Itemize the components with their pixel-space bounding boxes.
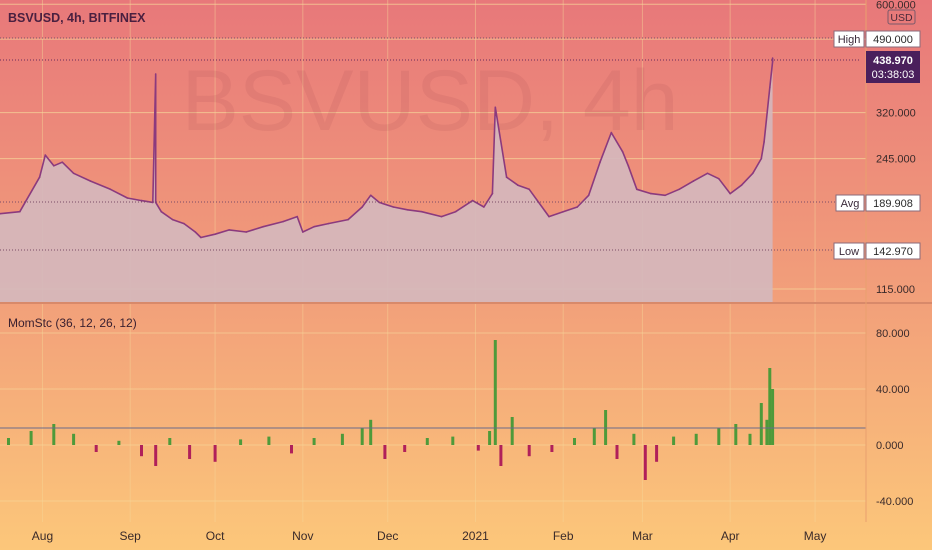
price-point bbox=[282, 220, 284, 223]
chart-canvas: BSVUSD, 4h 600.000490.000320.000245.0001… bbox=[0, 0, 932, 550]
momentum-tick-label: 40.000 bbox=[876, 384, 910, 396]
price-point bbox=[636, 188, 638, 191]
time-tick-label: Feb bbox=[553, 529, 574, 543]
time-tick-label: Sep bbox=[120, 529, 142, 543]
current-price-value: 438.970 bbox=[873, 55, 913, 67]
price-point bbox=[678, 188, 680, 191]
time-tick-label: Mar bbox=[632, 529, 653, 543]
price-point bbox=[126, 197, 129, 199]
price-point bbox=[245, 231, 247, 233]
momentum-tick-label: -40.000 bbox=[876, 496, 913, 508]
price-point bbox=[160, 210, 163, 213]
price-point bbox=[627, 165, 630, 167]
price-point bbox=[771, 60, 774, 63]
price-point bbox=[44, 154, 47, 156]
price-point bbox=[528, 188, 530, 191]
price-point bbox=[760, 157, 763, 160]
price-point bbox=[740, 184, 743, 186]
price-point bbox=[664, 194, 666, 197]
price-tick-label: 245.000 bbox=[876, 154, 916, 166]
indicator-label: MomStc (36, 12, 26, 12) bbox=[8, 316, 137, 330]
price-point bbox=[562, 210, 564, 213]
price-point bbox=[610, 131, 613, 134]
momentum-tick-label: 80.000 bbox=[876, 328, 910, 340]
price-point bbox=[440, 215, 443, 218]
price-point bbox=[171, 218, 174, 221]
time-tick-label: May bbox=[804, 529, 827, 543]
price-point bbox=[406, 209, 409, 211]
price-point bbox=[505, 176, 508, 178]
chart-root: BSVUSD, 4h 600.000490.000320.000245.0001… bbox=[0, 0, 932, 550]
price-point bbox=[194, 231, 197, 233]
price-point bbox=[228, 229, 230, 231]
price-point bbox=[140, 199, 143, 202]
high-marker: High 490.000 bbox=[833, 30, 921, 48]
price-point bbox=[706, 172, 709, 175]
currency-badge-label: USD bbox=[890, 12, 913, 24]
price-point bbox=[587, 194, 590, 197]
price-point bbox=[369, 194, 372, 197]
price-point bbox=[302, 231, 304, 233]
avg-tag: Avg bbox=[841, 198, 860, 210]
price-point bbox=[718, 177, 720, 180]
price-point bbox=[548, 215, 550, 218]
price-point bbox=[771, 57, 774, 59]
price-point bbox=[517, 184, 519, 186]
price-point bbox=[347, 218, 349, 221]
price-point bbox=[262, 225, 265, 228]
symbol-title: BSVUSD, 4h, BITFINEX bbox=[8, 11, 146, 25]
price-point bbox=[61, 161, 64, 163]
price-point bbox=[53, 165, 55, 167]
price-point bbox=[392, 206, 395, 208]
price-point bbox=[313, 225, 315, 228]
price-point bbox=[420, 210, 423, 213]
price-tick-label: 320.000 bbox=[876, 108, 916, 120]
chart-watermark: BSVUSD, 4h bbox=[181, 53, 678, 149]
low-value: 142.970 bbox=[873, 246, 913, 258]
price-point bbox=[200, 236, 202, 239]
time-tick-label: Dec bbox=[377, 529, 398, 543]
price-point bbox=[109, 188, 112, 191]
price-point bbox=[19, 210, 21, 213]
price-point bbox=[491, 192, 494, 195]
price-point bbox=[483, 206, 485, 208]
currency-badge[interactable]: USD bbox=[887, 9, 916, 25]
price-point bbox=[752, 172, 754, 175]
price-point bbox=[38, 176, 41, 178]
price-point bbox=[471, 199, 474, 202]
price-point bbox=[621, 150, 624, 153]
price-point bbox=[361, 206, 364, 208]
time-tick-label: 2021 bbox=[462, 529, 489, 543]
price-point bbox=[214, 233, 216, 235]
price-point bbox=[599, 161, 601, 163]
price-point bbox=[729, 192, 731, 195]
time-tick-label: Oct bbox=[206, 529, 225, 543]
price-point bbox=[769, 86, 771, 89]
price-tick-label: 115.000 bbox=[876, 284, 915, 296]
bar-countdown: 03:38:03 bbox=[872, 69, 915, 81]
price-point bbox=[72, 172, 75, 175]
momentum-tick-label: 0.000 bbox=[876, 440, 904, 452]
price-point bbox=[763, 141, 765, 143]
avg-marker: Avg 189.908 bbox=[835, 194, 921, 212]
time-tick-label: Nov bbox=[292, 529, 313, 543]
price-point bbox=[154, 73, 157, 75]
price-point bbox=[576, 206, 579, 208]
current-price-marker: 438.970 03:38:03 bbox=[866, 51, 920, 83]
price-point bbox=[183, 222, 185, 225]
price-point bbox=[494, 106, 497, 109]
low-tag: Low bbox=[839, 246, 859, 258]
price-point bbox=[89, 180, 92, 182]
high-tag: High bbox=[838, 34, 861, 46]
low-marker: Low 142.970 bbox=[833, 242, 921, 260]
price-point bbox=[327, 222, 330, 225]
price-point bbox=[296, 215, 299, 218]
high-value: 490.000 bbox=[873, 34, 913, 46]
time-tick-label: Apr bbox=[721, 529, 740, 543]
price-point bbox=[454, 210, 457, 213]
price-point bbox=[692, 180, 695, 182]
time-tick-label: Aug bbox=[32, 529, 53, 543]
price-point bbox=[650, 192, 652, 195]
avg-value: 189.908 bbox=[873, 198, 913, 210]
